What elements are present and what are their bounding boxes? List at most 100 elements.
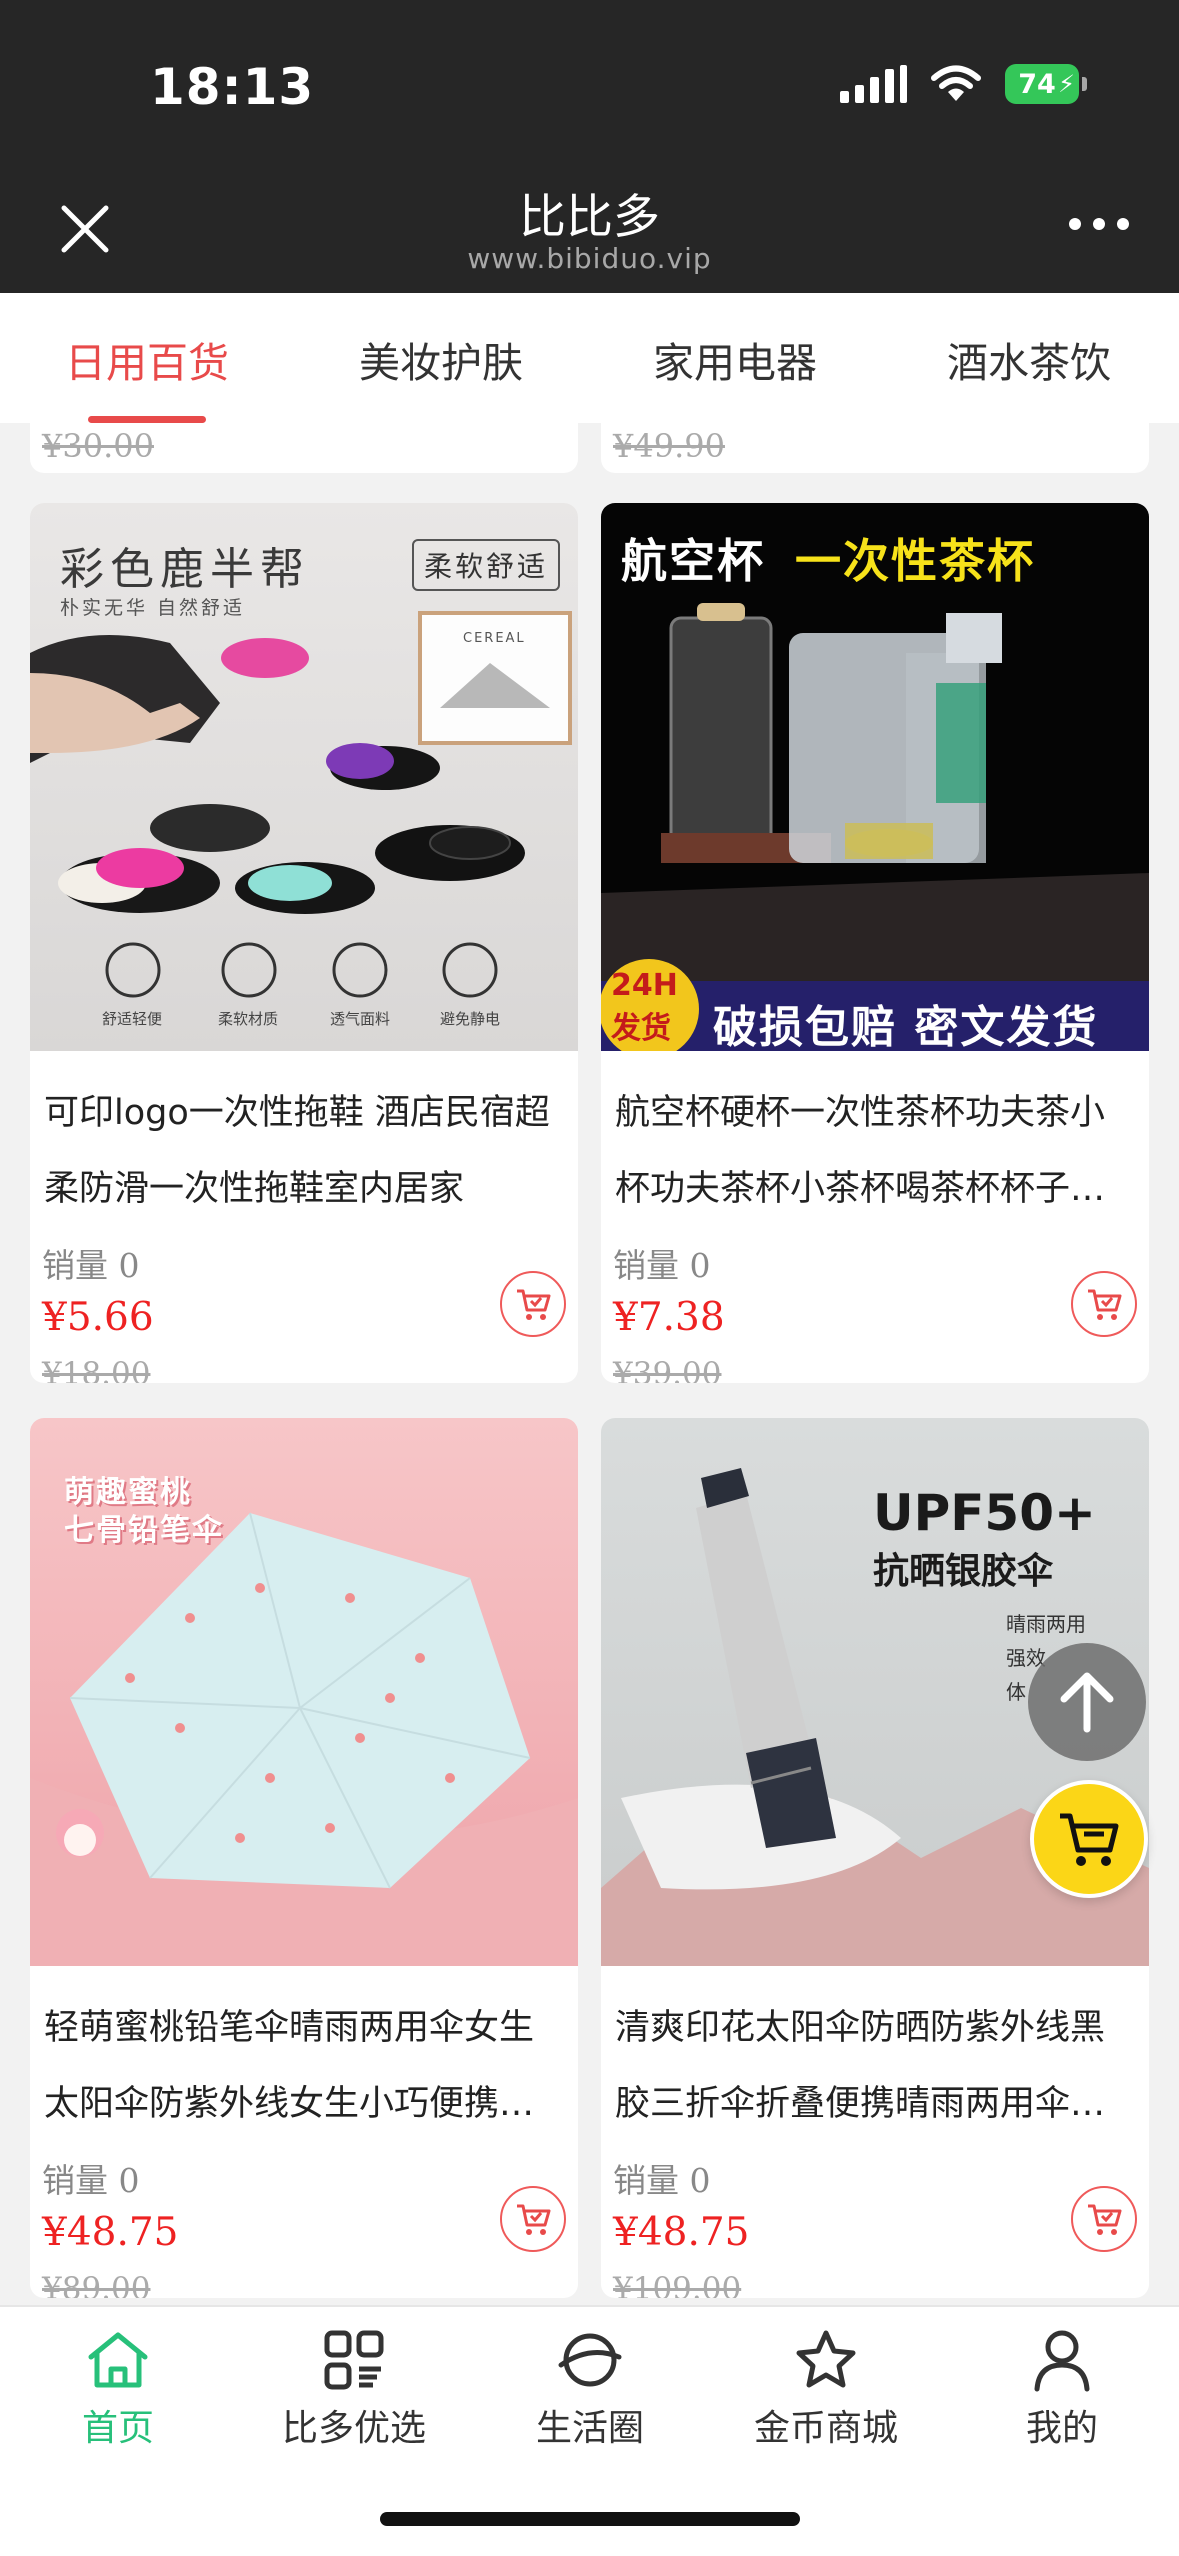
image-heading: 彩色鹿半帮 (60, 544, 310, 595)
tab-label: 酒水茶饮 (947, 339, 1111, 387)
tab-beauty[interactable]: 美妆护肤 (294, 293, 588, 423)
image-badge-top: 24H (611, 968, 678, 1003)
cart-icon (1060, 1813, 1119, 1866)
feature-label: 舒适轻便 (102, 1010, 163, 1028)
planet-icon (558, 2333, 622, 2387)
battery-indicator: 74 ⚡ (1005, 64, 1087, 104)
user-icon (1034, 2330, 1090, 2392)
image-badge: 柔软舒适 (411, 539, 560, 591)
tab-drinks[interactable]: 酒水茶饮 (882, 293, 1176, 423)
add-to-cart-button[interactable] (1071, 2186, 1137, 2252)
tab-label: 家用电器 (653, 339, 817, 387)
product-title: 清爽印花太阳伞防晒防紫外线黑胶三折伞折叠便携晴雨两用伞… (615, 2008, 1106, 2124)
floating-cart-button[interactable] (1030, 1780, 1148, 1898)
cart-icon (517, 1289, 551, 1320)
image-heading: 航空杯 一次性茶杯 (621, 525, 1035, 591)
feature-label: 柔软材质 (218, 1010, 279, 1028)
product-price: ¥48.75 (613, 2210, 750, 2255)
product-price: ¥5.66 (42, 1295, 154, 1340)
image-heading: 萌趣蜜桃 七骨铅笔伞 (64, 1474, 224, 1550)
tab-label: 日用百货 (65, 339, 229, 387)
product-card[interactable]: 彩色鹿半帮 柔软舒适 朴实无华 自然舒适 CEREAL 舒适轻便 柔软材质 透气… (30, 503, 578, 1383)
add-to-cart-button[interactable] (1071, 1271, 1137, 1337)
nav-profile[interactable]: 我的 (944, 2327, 1179, 2451)
original-price: ¥49.90 (613, 427, 725, 465)
product-card[interactable]: 萌趣蜜桃 七骨铅笔伞 轻萌蜜桃铅笔伞晴雨两用伞女生太阳伞防紫外线女生小巧便携… … (30, 1418, 578, 2298)
status-time: 18:13 (150, 58, 315, 116)
nav-label: 我的 (1025, 2408, 1098, 2449)
signal-icon (840, 65, 907, 103)
image-frame-text: CEREAL (463, 631, 526, 646)
cart-icon (517, 2204, 551, 2235)
nav-label: 生活圈 (535, 2408, 644, 2449)
product-title: 轻萌蜜桃铅笔伞晴雨两用伞女生太阳伞防紫外线女生小巧便携… (44, 2008, 535, 2124)
tab-appliances[interactable]: 家用电器 (588, 293, 882, 423)
charging-icon: ⚡ (1058, 70, 1075, 98)
original-price: ¥30.00 (42, 427, 154, 465)
cart-icon (1088, 1289, 1122, 1320)
original-price: ¥39.00 (613, 1356, 722, 1383)
image-heading-line: 萌趣蜜桃 (64, 1475, 192, 1510)
nav-label: 首页 (81, 2408, 154, 2449)
dot-icon (1117, 218, 1129, 230)
product-image: 萌趣蜜桃 七骨铅笔伞 (30, 1418, 578, 1966)
home-indicator (380, 2512, 800, 2526)
nav-home[interactable]: 首页 (0, 2327, 236, 2451)
tab-active-underline (88, 416, 206, 423)
image-heading-yellow: 一次性茶杯 (795, 534, 1036, 588)
tab-daily-goods[interactable]: 日用百货 (0, 293, 294, 423)
page-url: www.bibiduo.vip (467, 242, 712, 275)
image-heading: UPF50+ (873, 1484, 1096, 1542)
product-sales: 销量 0 (42, 1246, 140, 1285)
product-image: 彩色鹿半帮 柔软舒适 朴实无华 自然舒适 CEREAL 舒适轻便 柔软材质 透气… (30, 503, 578, 1051)
feature-label: 晴雨两用 (1006, 1612, 1086, 1636)
nav-label: 金币商城 (753, 2408, 898, 2449)
image-heading-white: 航空杯 (621, 534, 765, 588)
original-price: ¥109.00 (613, 2271, 742, 2298)
wifi-icon (931, 65, 981, 101)
product-card-partial[interactable]: ¥49.90 (601, 423, 1149, 473)
original-price: ¥89.00 (42, 2271, 151, 2298)
battery-level: 74 (1018, 68, 1056, 100)
more-menu-button[interactable] (1069, 218, 1129, 230)
nav-coin-mall[interactable]: 金币商城 (708, 2327, 944, 2451)
add-to-cart-button[interactable] (500, 1271, 566, 1337)
home-icon (88, 2332, 148, 2388)
product-grid: ¥30.00 ¥49.90 彩色鹿半帮 柔软舒适 朴实无华 自然舒适 CEREA… (0, 423, 1179, 2305)
product-title: 可印logo一次性拖鞋 酒店民宿超柔防滑一次性拖鞋室内居家 (44, 1093, 550, 1209)
star-icon (796, 2330, 856, 2388)
nav-life-circle[interactable]: 生活圈 (472, 2327, 708, 2451)
nav-featured[interactable]: 比多优选 (236, 2327, 472, 2451)
product-price: ¥48.75 (42, 2210, 179, 2255)
add-to-cart-button[interactable] (500, 2186, 566, 2252)
dot-icon (1069, 218, 1081, 230)
scroll-to-top-button[interactable] (1028, 1643, 1146, 1761)
image-subheading: 抗晒银胶伞 (873, 1551, 1054, 1592)
product-card[interactable]: 航空杯 一次性茶杯 24H 发货 破损包赔 密文发货 航空杯硬杯一次性茶杯功夫茶… (601, 503, 1149, 1383)
image-heading-line: 七骨铅笔伞 (64, 1513, 224, 1548)
arrow-up-icon (1060, 1672, 1114, 1733)
page-title: 比比多 (519, 190, 660, 245)
image-subheading: 朴实无华 自然舒适 (60, 597, 246, 619)
feature-label: 避免静电 (440, 1010, 501, 1028)
original-price: ¥18.00 (42, 1356, 151, 1383)
product-title: 航空杯硬杯一次性茶杯功夫茶小杯功夫茶杯小茶杯喝茶杯杯子… (615, 1093, 1106, 1209)
product-card-partial[interactable]: ¥30.00 (30, 423, 578, 473)
product-image: 航空杯 一次性茶杯 24H 发货 破损包赔 密文发货 (601, 503, 1149, 1051)
category-tabs: 日用百货 美妆护肤 家用电器 酒水茶饮 (0, 293, 1179, 423)
nav-label: 比多优选 (281, 2408, 426, 2449)
cart-icon (1088, 2204, 1122, 2235)
product-sales: 销量 0 (613, 1246, 711, 1285)
product-sales: 销量 0 (42, 2161, 140, 2200)
image-banner: 破损包赔 密文发货 (713, 1002, 1099, 1051)
feature-label: 透气面料 (330, 1010, 391, 1028)
product-price: ¥7.38 (613, 1295, 725, 1340)
image-badge-bottom: 发货 (611, 1011, 671, 1046)
feature-label: 体 (1006, 1680, 1026, 1704)
top-bar: 18:13 74 ⚡ 比比多 www.bibiduo.vip (0, 0, 1179, 293)
dot-icon (1093, 218, 1105, 230)
grid-icon (324, 2330, 384, 2390)
status-icons: 74 ⚡ (840, 64, 1087, 104)
tab-label: 美妆护肤 (359, 339, 523, 387)
product-sales: 销量 0 (613, 2161, 711, 2200)
